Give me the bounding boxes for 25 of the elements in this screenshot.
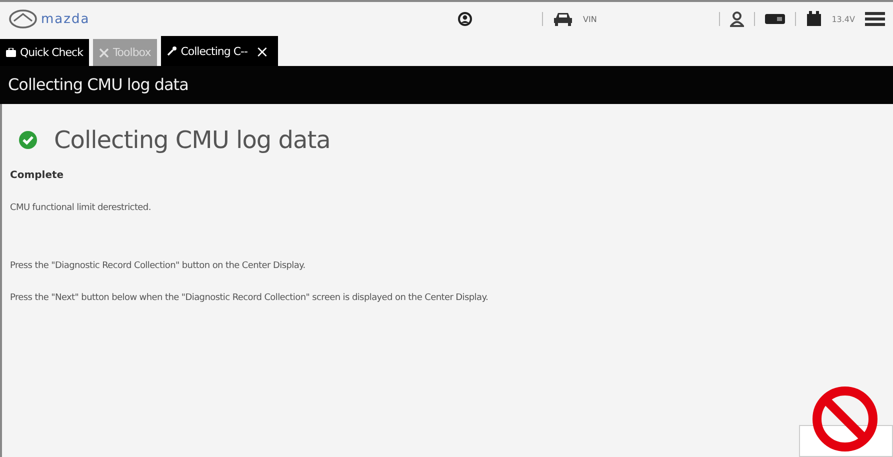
voltage-reading: 13.4V — [832, 14, 855, 24]
person-icon[interactable] — [730, 11, 744, 27]
instruction-text: CMU functional limit derestricted. — [10, 203, 152, 213]
toolbox-icon — [6, 48, 16, 57]
page-title-bar: Collecting CMU log data — [0, 66, 893, 104]
check-circle-icon — [18, 130, 38, 150]
logo-wordmark: mazda — [41, 12, 90, 26]
interface-device-icon[interactable] — [764, 13, 785, 25]
battery-icon — [806, 11, 822, 27]
status-text: Complete — [10, 170, 65, 181]
prohibited-icon — [811, 385, 879, 453]
car-icon — [553, 12, 573, 26]
instruction-text: Press the "Next" button below when the "Diagnostic Record Collection" screen is displayed on the Center Display. — [10, 293, 490, 303]
tab-label: Toolbox — [112, 46, 151, 59]
close-icon[interactable]: × — [255, 42, 268, 60]
logo-emblem-icon — [8, 9, 38, 29]
menu-icon[interactable] — [865, 12, 885, 26]
tab[interactable]: Collecting C-- × — [160, 36, 278, 66]
tab-label: Collecting C-- — [180, 44, 248, 58]
heading: Collecting CMU log data — [54, 126, 330, 154]
instruction-text: Press the "Diagnostic Record Collection" button on the Center Display. — [10, 261, 306, 271]
tab[interactable]: Quick Check — [0, 39, 89, 66]
tab-label: Quick Check — [20, 46, 83, 59]
vin-label: VIN — [583, 14, 597, 24]
user-icon[interactable] — [458, 12, 472, 26]
